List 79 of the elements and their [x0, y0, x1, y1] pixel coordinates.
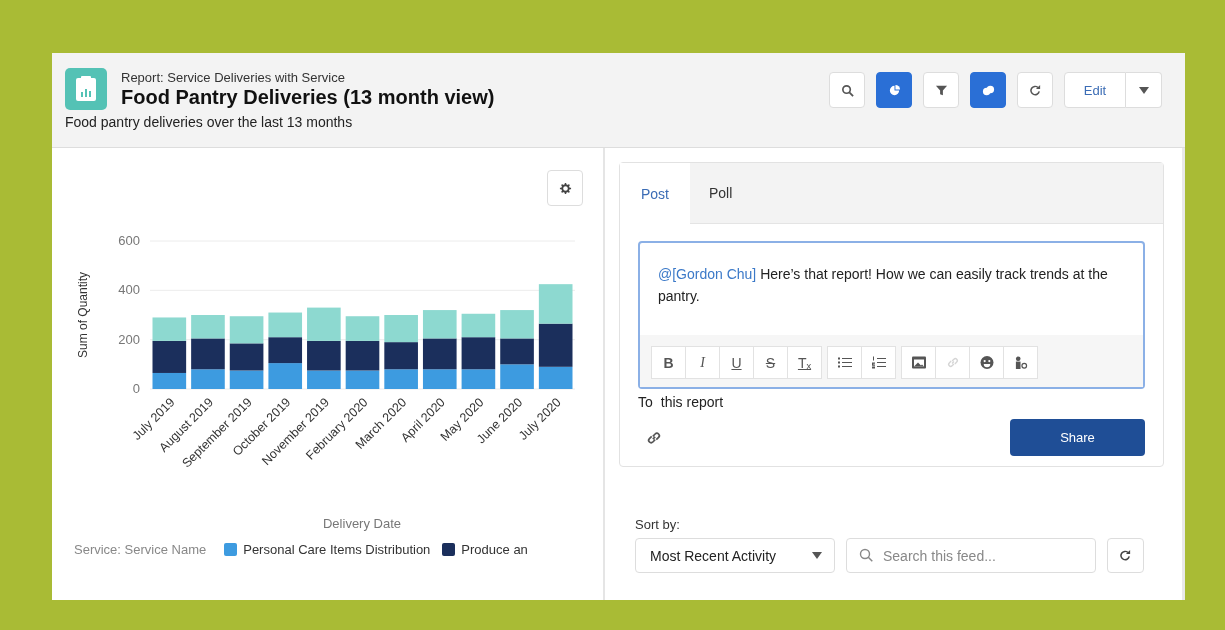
legend-swatch — [224, 543, 238, 556]
search-icon — [859, 548, 873, 562]
refresh-button[interactable] — [1017, 72, 1053, 108]
y-tick-label: 200 — [118, 331, 140, 347]
chart-button[interactable] — [876, 72, 912, 108]
y-tick-label: 600 — [118, 233, 140, 248]
bar-segment — [500, 310, 534, 339]
person-icon — [1013, 356, 1028, 369]
object-type-label: Report: Service Deliveries with Service — [121, 69, 346, 85]
bold-button[interactable]: B — [651, 346, 686, 379]
bar-segment — [538, 284, 573, 324]
bar-segment — [500, 364, 534, 389]
bar-segment — [229, 316, 264, 344]
link-icon[interactable] — [646, 429, 662, 446]
smiley-icon — [979, 356, 994, 369]
settings-icon — [558, 181, 572, 195]
sort-label: Sort by: — [635, 517, 681, 532]
post-text: @[Gordon Chu] Here’s that report! How we can easily track trends at the pantry. — [657, 265, 1109, 306]
y-tick-label: 0 — [132, 381, 140, 396]
bar-segment — [268, 363, 303, 389]
post-editor[interactable]: @[Gordon Chu] Here’s that report! How we can easily track trends at the pantry. B I U S Tₓ — [638, 241, 1145, 389]
refresh-icon — [1119, 549, 1132, 562]
publisher-tab[interactable]: Post — [620, 163, 690, 224]
share-button[interactable]: Share — [1010, 419, 1145, 456]
bar-segment — [152, 317, 187, 341]
bar-segment — [191, 315, 225, 339]
caret-icon — [812, 552, 822, 559]
x-axis-title: Delivery Date — [323, 516, 401, 531]
publisher-tab[interactable]: Poll — [690, 163, 752, 223]
numbered-list-button[interactable] — [861, 346, 896, 379]
legend-label: Produce an — [461, 542, 528, 557]
refresh-icon — [1028, 83, 1042, 97]
bullet-list-button[interactable] — [827, 346, 862, 379]
strikethrough-button[interactable]: S — [753, 346, 788, 379]
report-title: Food Pantry Deliveries (13 month view) — [121, 85, 495, 109]
refresh-button[interactable] — [1107, 538, 1144, 573]
bar-segment — [384, 315, 418, 343]
bar-segment — [268, 312, 303, 338]
caret-icon — [1138, 86, 1149, 94]
bar-segment — [461, 313, 496, 338]
bar-segment — [384, 342, 418, 370]
feed-search-field[interactable]: Search this feed... — [846, 538, 1096, 573]
sort-dropdown[interactable]: Most Recent Activity — [635, 538, 835, 573]
to-label: To — [638, 394, 653, 410]
bar-segment — [422, 310, 457, 339]
legend-label: Personal Care Items Distribution — [243, 542, 431, 557]
y-axis-title: Sum of Quantity — [76, 272, 90, 358]
edit-button[interactable]: Edit — [1064, 72, 1126, 108]
circles-icon — [981, 83, 995, 97]
clear-format-button[interactable]: Tₓ — [787, 346, 822, 379]
mention-button[interactable] — [1003, 346, 1038, 379]
search-button[interactable] — [829, 72, 865, 108]
to-value: this report — [660, 394, 724, 410]
legend-title: Service: Service Name — [74, 542, 207, 557]
dropdown-button[interactable] — [1126, 72, 1162, 108]
shapes-button[interactable] — [970, 72, 1006, 108]
image-icon — [911, 356, 926, 369]
y-tick-label: 400 — [118, 282, 140, 298]
bulleted-list-icon — [837, 356, 852, 369]
bar-segment — [345, 316, 380, 341]
mention-link[interactable]: @[Gordon Chu] — [658, 266, 757, 282]
underline-button[interactable]: U — [719, 346, 754, 379]
bar-segment — [307, 307, 341, 341]
search-icon — [840, 83, 854, 97]
filter-button[interactable] — [923, 72, 959, 108]
clipboard-chart-icon — [65, 68, 107, 110]
bar-segment — [500, 338, 534, 365]
bar-segment — [268, 337, 303, 364]
report-description: Food pantry deliveries over the last 13 months — [65, 114, 354, 130]
link-icon — [945, 356, 960, 369]
bar-segment — [384, 369, 418, 389]
image-button[interactable] — [901, 346, 936, 379]
legend-swatch — [442, 543, 456, 556]
filter-icon — [934, 83, 948, 97]
italic-button[interactable]: I — [685, 346, 720, 379]
emoji-button[interactable] — [969, 346, 1004, 379]
pie-chart-icon — [887, 83, 901, 97]
numbered-list-icon — [871, 356, 886, 369]
chart-settings-button[interactable] — [547, 170, 583, 206]
